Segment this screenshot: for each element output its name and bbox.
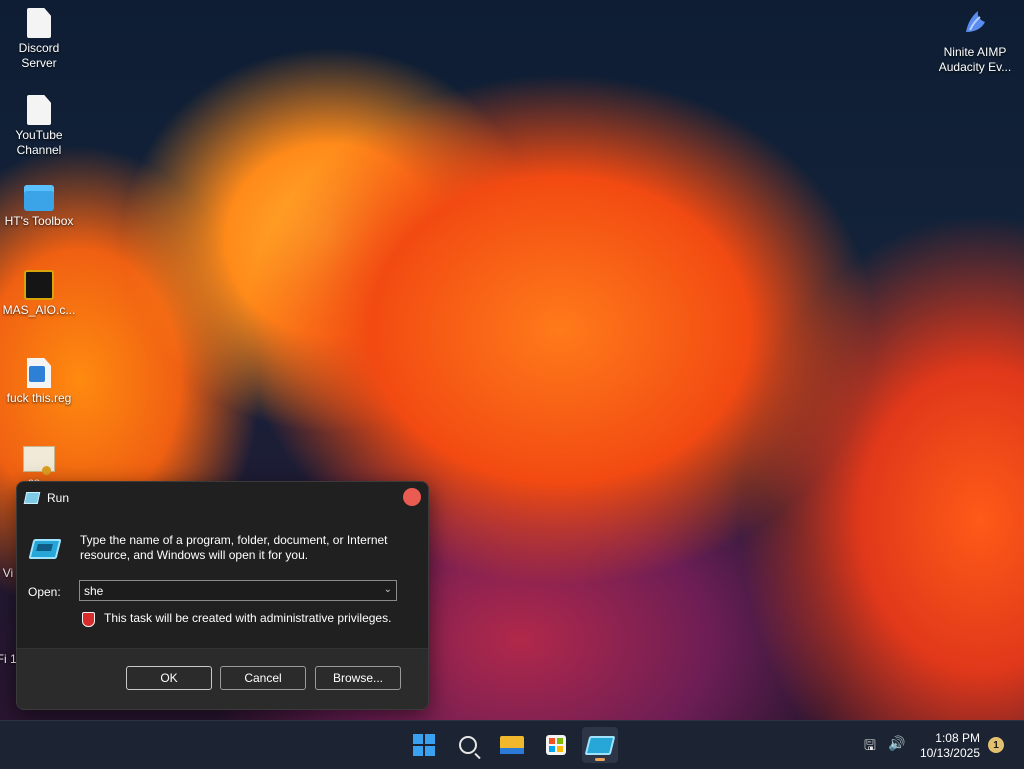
desktop-icon-discord-server[interactable]: Discord Server (1, 8, 77, 71)
desktop-icon-youtube-channel[interactable]: YouTube Channel (1, 95, 77, 158)
run-dialog-titlebar[interactable]: Run (23, 488, 70, 508)
desktop-icon-label: Ninite AIMP Audacity Ev... (938, 45, 1012, 74)
search-icon (459, 736, 477, 754)
chevron-down-icon[interactable]: ⌄ (384, 584, 392, 595)
desktop-icon-label: Discord Server (18, 41, 60, 70)
dialog-footer: OK Cancel Browse... (17, 648, 428, 709)
run-description: Type the name of a program, folder, docu… (80, 533, 388, 562)
ninite-bird-icon (966, 11, 985, 32)
desktop-icon-label: fuck this.reg (6, 391, 72, 405)
registry-file-icon (27, 358, 51, 388)
run-icon (23, 492, 41, 504)
volume-icon[interactable]: 🔊 (888, 735, 905, 752)
notification-badge[interactable]: 1 (988, 737, 1004, 753)
run-icon (584, 735, 616, 755)
ok-button[interactable]: OK (126, 666, 212, 690)
desktop-icon-label: HT's Toolbox (4, 214, 74, 228)
file-explorer-icon (500, 736, 524, 754)
open-input[interactable] (80, 581, 378, 600)
folder-icon (24, 185, 54, 211)
windows-logo-icon (413, 734, 435, 756)
start-button[interactable] (406, 727, 442, 763)
admin-privileges-note: This task will be created with administr… (104, 611, 392, 625)
cancel-button[interactable]: Cancel (220, 666, 306, 690)
run-dialog: Run Type the name of a program, folder, … (16, 481, 429, 710)
active-indicator (595, 758, 605, 761)
shortcut-file-icon (27, 8, 51, 38)
batch-file-icon (24, 270, 54, 300)
desktop-icon-label: YouTube Channel (15, 128, 63, 157)
taskbar-file-explorer[interactable] (494, 727, 530, 763)
run-program-icon (28, 539, 62, 559)
shortcut-file-icon (27, 95, 51, 125)
taskbar-run[interactable] (582, 727, 618, 763)
taskbar: 🖫 🔊 1:08 PM 10/13/2025 1 (0, 720, 1024, 769)
admin-shield-icon (82, 612, 95, 627)
browse-button[interactable]: Browse... (315, 666, 401, 690)
run-dialog-title: Run (47, 491, 70, 505)
network-icon[interactable]: 🖫 (864, 735, 876, 759)
desktop-icon-label: MAS_AIO.c... (2, 303, 76, 317)
clock-date: 10/13/2025 (919, 746, 980, 760)
open-combobox[interactable]: ⌄ (79, 580, 397, 601)
clock-time: 1:08 PM (935, 731, 980, 745)
open-label: Open: (28, 585, 61, 599)
desktop-icon-hts-toolbox[interactable]: HT's Toolbox (1, 185, 77, 229)
microsoft-store-icon (546, 735, 566, 755)
taskbar-microsoft-store[interactable] (538, 727, 574, 763)
desktop-icon-mas-aio[interactable]: MAS_AIO.c... (1, 270, 77, 318)
desktop-icon-reg-file[interactable]: fuck this.reg (1, 358, 77, 406)
certificate-icon (23, 446, 55, 475)
close-button[interactable] (403, 488, 421, 506)
clock[interactable]: 1:08 PM 10/13/2025 (920, 731, 980, 761)
taskbar-search-button[interactable] (450, 727, 486, 763)
desktop-icon-ninite[interactable]: Ninite AIMP Audacity Ev... (934, 8, 1016, 75)
